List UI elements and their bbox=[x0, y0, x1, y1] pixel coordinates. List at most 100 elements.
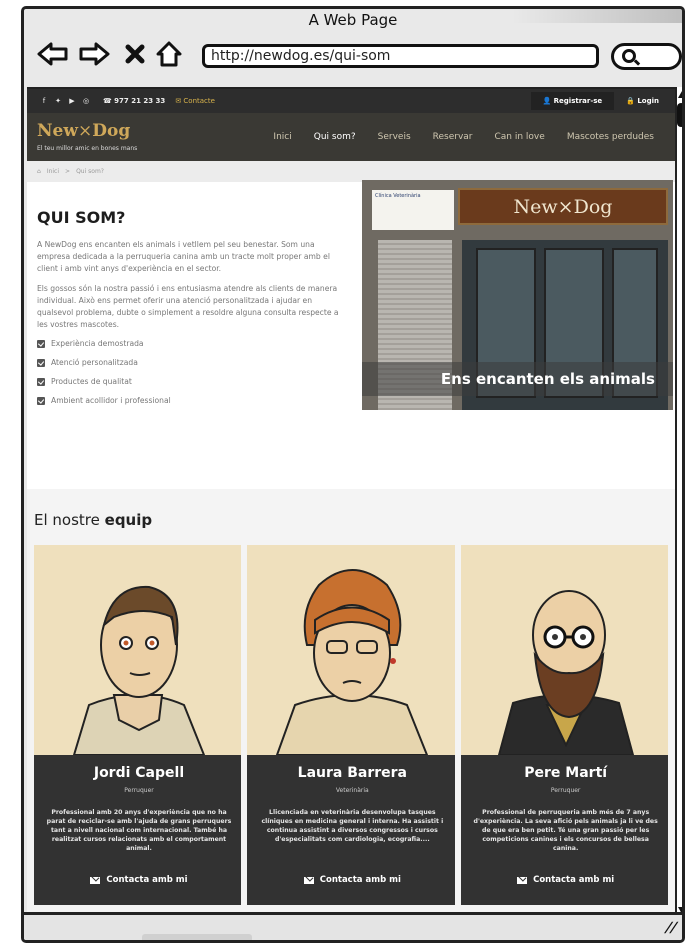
member-name: Jordi Capell bbox=[93, 765, 185, 781]
member-bio: Professional amb 20 anys d'experiència q… bbox=[46, 809, 232, 852]
shop-photo: Clínica Veterinària New×Dog Ens encanten… bbox=[362, 180, 673, 410]
contact-member-button[interactable]: Contacta amb mi bbox=[34, 875, 241, 885]
clinic-sign-text: Clínica Veterinària bbox=[375, 193, 421, 199]
team-heading: El nostre equip bbox=[34, 511, 668, 529]
back-arrow-icon[interactable] bbox=[36, 39, 70, 69]
menu-item-qui-som[interactable]: Qui som? bbox=[303, 132, 367, 142]
page-viewport: f ✦ ▶ ◎ ☎ 977 21 23 33 ✉ Contacte 👤 Regi… bbox=[27, 87, 675, 918]
login-button[interactable]: 🔒 Login bbox=[620, 92, 665, 110]
home-icon[interactable] bbox=[152, 39, 186, 69]
browser-window: A Web Page http://newdog.es/qui-som f ✦ … bbox=[21, 6, 685, 943]
scroll-up-arrow-icon[interactable] bbox=[678, 91, 682, 98]
checkbox-icon bbox=[37, 358, 45, 367]
team-card-info: Pere Martí Perruquer Professional de per… bbox=[460, 755, 668, 905]
contact-member-label: Contacta amb mi bbox=[106, 875, 188, 885]
clinic-sign: Clínica Veterinària bbox=[372, 190, 454, 230]
about-paragraph-2: Els gossos són la nostra passió i ens en… bbox=[37, 284, 339, 329]
envelope-icon bbox=[90, 876, 101, 884]
avatar bbox=[34, 545, 242, 755]
twitter-icon[interactable]: ✦ bbox=[51, 97, 65, 105]
team-card-info: Laura Barrera Veterinària Llicenciada en… bbox=[247, 755, 455, 905]
feature-label: Productes de qualitat bbox=[51, 377, 132, 386]
register-label: Registrar-se bbox=[553, 97, 603, 105]
feature-item: Atenció personalitzada bbox=[37, 358, 347, 367]
avatar bbox=[247, 545, 455, 755]
contact-member-label: Contacta amb mi bbox=[533, 875, 615, 885]
contact-member-label: Contacta amb mi bbox=[319, 875, 401, 885]
close-x-icon[interactable] bbox=[118, 39, 152, 69]
member-bio: Professional de perruqueria amb més de 7… bbox=[473, 809, 658, 852]
member-role: Veterinària bbox=[335, 787, 369, 794]
contact-member-button[interactable]: Contacta amb mi bbox=[461, 875, 668, 885]
team-card: Jordi Capell Perruquer Professional amb … bbox=[34, 545, 242, 905]
about-paragraph-1: A NewDog ens encanten els animals i vetl… bbox=[37, 240, 330, 273]
image-caption: Ens encanten els animals bbox=[362, 362, 673, 396]
team-cards: Jordi Capell Perruquer Professional amb … bbox=[34, 545, 668, 905]
contact-link[interactable]: ✉ Contacte bbox=[175, 97, 215, 105]
feature-label: Experiència demostrada bbox=[51, 339, 144, 348]
checkbox-icon bbox=[37, 377, 45, 386]
search-box[interactable] bbox=[611, 43, 682, 70]
checkbox-icon bbox=[37, 339, 45, 348]
team-heading-normal: El nostre bbox=[34, 511, 105, 529]
feature-list: Experiència demostrada Atenció personali… bbox=[37, 339, 347, 405]
search-icon bbox=[622, 49, 636, 63]
site-topbar: f ✦ ▶ ◎ ☎ 977 21 23 33 ✉ Contacte 👤 Regi… bbox=[27, 89, 675, 113]
logo-text-left: New bbox=[37, 120, 78, 141]
logo-separator: × bbox=[78, 120, 93, 141]
shop-sign: New×Dog bbox=[458, 188, 668, 225]
team-card: Pere Martí Perruquer Professional de per… bbox=[460, 545, 668, 905]
menu-item-reservar[interactable]: Reservar bbox=[422, 132, 484, 142]
menu-items: Inici Qui som? Serveis Reservar Can in l… bbox=[262, 132, 665, 142]
team-section: El nostre equip Jordi Capell Perruquer P… bbox=[27, 489, 675, 917]
member-name: Pere Martí bbox=[524, 765, 608, 781]
window-title: A Web Page bbox=[308, 11, 398, 29]
contact-text: Contacte bbox=[183, 97, 215, 105]
vertical-scrollbar[interactable] bbox=[675, 87, 682, 918]
feature-label: Ambient acollidor i professional bbox=[51, 396, 171, 405]
instagram-icon[interactable]: ◎ bbox=[79, 97, 93, 105]
menu-item-inici[interactable]: Inici bbox=[262, 132, 302, 142]
avatar bbox=[460, 545, 668, 755]
contact-member-button[interactable]: Contacta amb mi bbox=[247, 875, 454, 885]
member-name: Laura Barrera bbox=[297, 765, 407, 781]
menu-item-serveis[interactable]: Serveis bbox=[367, 132, 422, 142]
resize-grip-icon[interactable]: // bbox=[663, 920, 679, 936]
site-logo[interactable]: New×Dog El teu millor amic en bones mans bbox=[37, 120, 138, 152]
home-icon[interactable]: ⌂ bbox=[37, 168, 41, 175]
breadcrumb-current: Qui som? bbox=[76, 168, 104, 175]
feature-item: Productes de qualitat bbox=[37, 377, 347, 386]
feature-label: Atenció personalitzada bbox=[51, 358, 138, 367]
forward-arrow-icon[interactable] bbox=[77, 39, 111, 69]
status-bar: // bbox=[24, 912, 682, 940]
feature-item: Ambient acollidor i professional bbox=[37, 396, 347, 405]
menu-item-mascotes-perdudes[interactable]: Mascotes perdudes bbox=[556, 132, 665, 142]
register-button[interactable]: 👤 Registrar-se bbox=[530, 92, 615, 110]
phone-number[interactable]: ☎ 977 21 23 33 bbox=[103, 97, 165, 105]
facebook-icon[interactable]: f bbox=[37, 97, 51, 105]
youtube-icon[interactable]: ▶ bbox=[65, 97, 79, 105]
menu-item-can-in-love[interactable]: Can in love bbox=[484, 132, 556, 142]
page-title: QUI SOM? bbox=[37, 208, 126, 227]
team-card: Laura Barrera Veterinària Llicenciada en… bbox=[247, 545, 455, 905]
phone-text: 977 21 23 33 bbox=[114, 97, 166, 105]
member-role: Perruquer bbox=[550, 787, 581, 794]
logo-text-right: Dog bbox=[92, 120, 131, 141]
address-bar[interactable]: http://newdog.es/qui-som bbox=[202, 44, 599, 68]
breadcrumb: ⌂ Inici > Qui som? bbox=[27, 161, 675, 182]
checkbox-icon bbox=[37, 396, 45, 405]
status-pill bbox=[142, 934, 252, 940]
scroll-thumb[interactable] bbox=[677, 103, 682, 127]
about-text: QUI SOM? A NewDog ens encanten els anima… bbox=[37, 208, 347, 489]
site-tagline: El teu millor amic en bones mans bbox=[37, 144, 138, 152]
breadcrumb-separator: > bbox=[65, 168, 71, 175]
shop-sign-text: New×Dog bbox=[513, 195, 613, 218]
envelope-icon bbox=[303, 876, 314, 884]
envelope-icon bbox=[517, 876, 528, 884]
main-navigation: New×Dog El teu millor amic en bones mans… bbox=[27, 113, 675, 161]
team-heading-bold: equip bbox=[104, 511, 153, 529]
feature-item: Experiència demostrada bbox=[37, 339, 347, 348]
breadcrumb-home[interactable]: Inici bbox=[47, 168, 59, 175]
login-label: Login bbox=[637, 97, 659, 105]
member-role: Perruquer bbox=[124, 787, 154, 794]
